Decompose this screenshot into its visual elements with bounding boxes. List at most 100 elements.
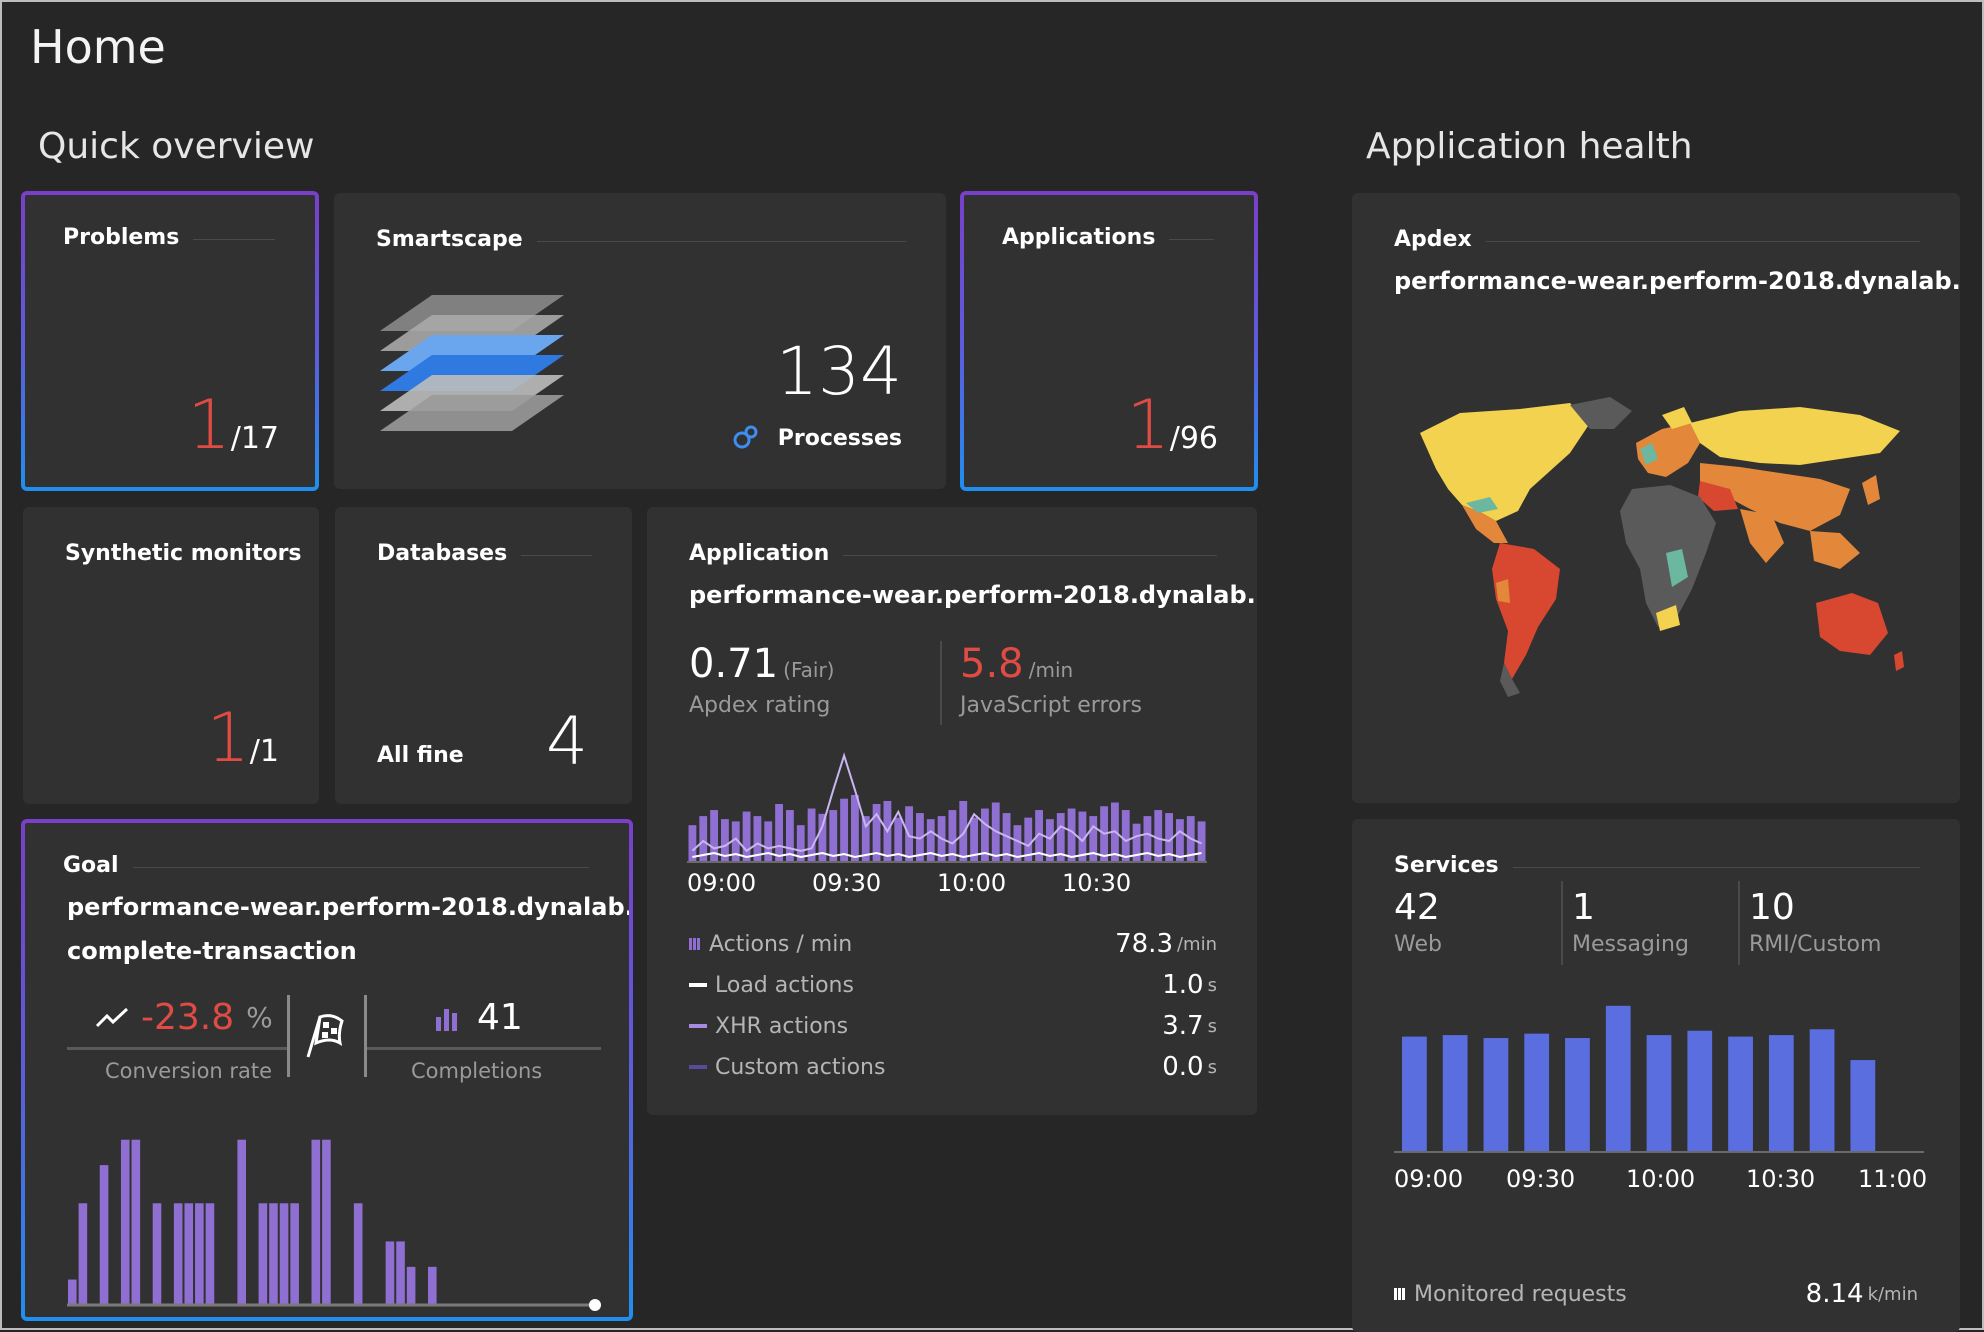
region-andes xyxy=(1496,579,1510,603)
apdex-label: Apdex rating xyxy=(689,693,831,718)
smartscape-tile[interactable]: Smartscape 134 Processes xyxy=(334,193,946,489)
application-tile[interactable]: Application performance-wear.perform-201… xyxy=(647,507,1257,1115)
apdex-rating: 0.71 (Fair) xyxy=(689,641,834,687)
requests-bar xyxy=(1728,1036,1753,1151)
completions: 41 xyxy=(435,997,523,1038)
process-icon xyxy=(733,425,758,449)
goal-flag-bracket xyxy=(287,995,367,1077)
services-tile[interactable]: Services 42 Web 1 Messaging 10 RMI/Custo… xyxy=(1352,819,1960,1332)
completion-bar xyxy=(396,1241,405,1305)
completion-bar xyxy=(290,1203,299,1305)
legend-value: 1.0 xyxy=(1162,970,1204,1000)
completions-label: Completions xyxy=(405,1059,549,1083)
requests-bar xyxy=(1483,1038,1509,1151)
problems-tile[interactable]: Problems 1/17 xyxy=(21,191,319,491)
application-title: Application xyxy=(689,541,830,566)
databases-count: 4 xyxy=(546,703,588,780)
monitored-requests-row: Monitored requests 8.14 k/min xyxy=(1394,1279,1918,1309)
apdex-title: Apdex xyxy=(1394,227,1472,252)
conversion-label: Conversion rate xyxy=(99,1059,279,1083)
problems-count-total: /17 xyxy=(230,421,279,456)
completion-bar xyxy=(258,1203,268,1305)
x-tick-label: 09:00 xyxy=(687,869,757,897)
divider xyxy=(1485,241,1920,242)
requests-bar xyxy=(1524,1033,1550,1151)
completion-bar xyxy=(78,1203,88,1305)
goal-app-name[interactable]: performance-wear.perform-2018.dynalab... xyxy=(67,893,629,921)
now-marker[interactable] xyxy=(589,1299,601,1311)
services-web[interactable]: 42 Web xyxy=(1394,887,1442,957)
legend-value: 78.3 xyxy=(1115,929,1173,959)
divider xyxy=(1738,881,1740,965)
region-new-zealand xyxy=(1894,651,1904,671)
completion-bar xyxy=(195,1203,204,1305)
x-tick-label: 10:00 xyxy=(937,869,1007,897)
completion-bar xyxy=(205,1203,215,1305)
conversion-unit: % xyxy=(246,1001,273,1034)
synthetic-count-value: 1 xyxy=(206,699,250,778)
monitored-requests-unit: k/min xyxy=(1867,1283,1918,1305)
bar-chart-icon xyxy=(436,1008,457,1031)
processes-label: Processes xyxy=(777,425,902,451)
trend-icon xyxy=(95,1007,129,1027)
applications-count: 1/96 xyxy=(1126,386,1218,465)
line-swatch xyxy=(689,1024,707,1028)
completion-bar xyxy=(184,1203,194,1305)
databases-title: Databases xyxy=(377,541,508,566)
completion-bar xyxy=(120,1139,130,1305)
requests-bar xyxy=(1402,1036,1427,1151)
actions-bar xyxy=(764,821,773,863)
synthetic-monitors-count: 1/1 xyxy=(207,699,279,778)
processes-link[interactable]: Processes xyxy=(730,423,902,453)
legend-unit: s xyxy=(1207,1056,1217,1078)
application-chart-xaxis: 09:00 09:30 10:00 10:30 xyxy=(687,869,1207,899)
apdex-app-name[interactable]: performance-wear.perform-2018.dynalab... xyxy=(1394,267,1960,295)
apdex-map-tile[interactable]: Apdex performance-wear.perform-2018.dyna… xyxy=(1352,193,1960,803)
bar-chart-icon xyxy=(1394,1288,1406,1300)
completion-bar xyxy=(406,1266,416,1305)
legend-label: Actions / min xyxy=(709,931,853,957)
services-rmi[interactable]: 10 RMI/Custom xyxy=(1749,887,1881,957)
region-southeast-asia xyxy=(1810,531,1860,569)
js-errors-label: JavaScript errors xyxy=(960,693,1142,718)
legend-label: XHR actions xyxy=(715,1013,849,1039)
problems-count-value: 1 xyxy=(187,386,231,465)
region-south-america xyxy=(1492,543,1560,679)
requests-bar xyxy=(1809,1029,1835,1151)
applications-tile[interactable]: Applications 1/96 xyxy=(960,191,1258,491)
checkered-flag-icon xyxy=(306,1014,344,1058)
requests-bar xyxy=(1605,1005,1631,1151)
requests-bar xyxy=(1768,1035,1794,1151)
line-swatch xyxy=(689,1065,707,1069)
actions-bar xyxy=(1132,823,1141,863)
services-requests-chart[interactable] xyxy=(1394,995,1924,1155)
legend-unit: s xyxy=(1207,1015,1217,1037)
goal-tile[interactable]: Goal performance-wear.perform-2018.dynal… xyxy=(21,819,633,1321)
synthetic-monitors-tile[interactable]: Synthetic monitors 1/1 xyxy=(23,507,319,804)
completion-bar xyxy=(237,1139,246,1305)
conversion-value: -23.8 xyxy=(141,997,235,1038)
application-name[interactable]: performance-wear.perform-2018.dynalab... xyxy=(689,581,1257,609)
actions-bar xyxy=(1067,808,1076,863)
x-tick-label: 10:00 xyxy=(1626,1165,1696,1193)
requests-bar xyxy=(1565,1038,1590,1151)
applications-count-value: 1 xyxy=(1126,386,1170,465)
actions-bar xyxy=(775,804,783,863)
application-actions-chart[interactable] xyxy=(687,741,1207,863)
line-swatch xyxy=(689,983,707,987)
completion-bar xyxy=(385,1241,395,1305)
goal-completions-chart[interactable] xyxy=(67,1123,607,1311)
services-messaging-label: Messaging xyxy=(1572,932,1689,957)
apdex-value: 0.71 xyxy=(689,641,779,687)
legend-label: Load actions xyxy=(715,972,854,998)
legend-value: 3.7 xyxy=(1162,1011,1204,1041)
synthetic-monitors-title: Synthetic monitors xyxy=(65,541,302,566)
monitored-requests-value: 8.14 xyxy=(1805,1279,1864,1309)
x-tick-label: 09:30 xyxy=(812,869,882,897)
legend-unit: s xyxy=(1207,974,1217,996)
databases-tile[interactable]: Databases All fine 4 xyxy=(335,507,632,804)
world-map[interactable] xyxy=(1400,393,1912,733)
services-messaging[interactable]: 1 Messaging xyxy=(1572,887,1689,957)
region-japan xyxy=(1862,475,1880,505)
completion-bar xyxy=(269,1203,278,1305)
